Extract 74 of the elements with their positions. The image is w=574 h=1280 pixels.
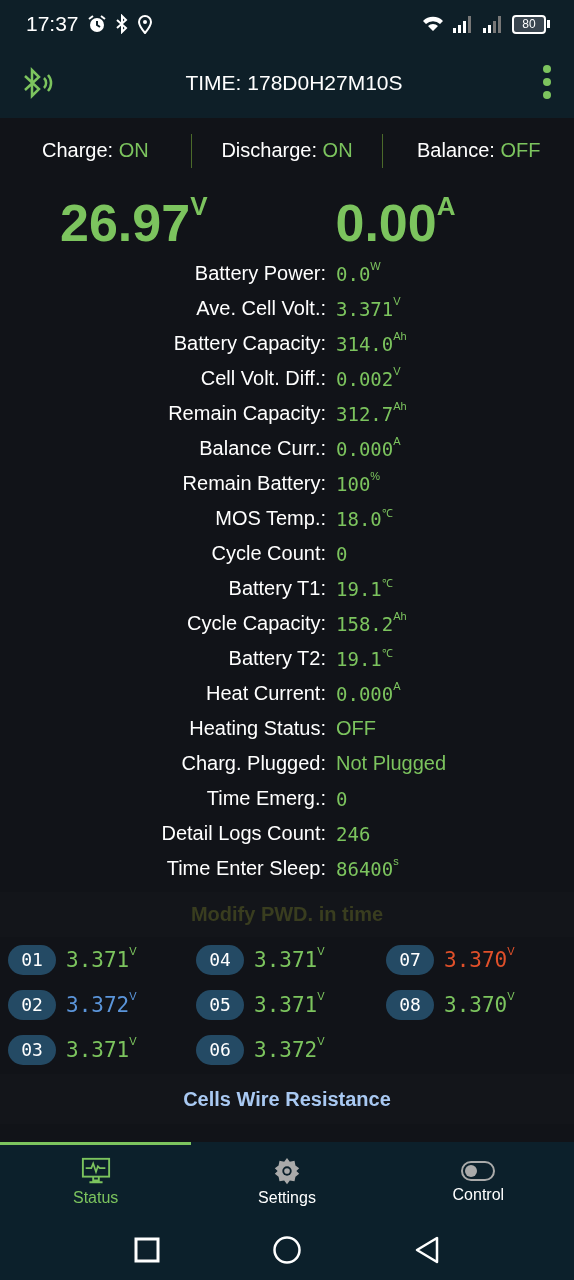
param-value: 19.1$^{℃}$ (336, 647, 393, 670)
param-value: 0.002$^{V}$ (336, 367, 401, 390)
switch-status: Discharge: ON (220, 139, 354, 162)
cell-value: 3.371$^{V}$ (66, 1037, 137, 1062)
param-value: 314.0$^{Ah}$ (336, 332, 407, 355)
param-label: Cell Volt. Diff.: (199, 367, 327, 390)
param-value: OFF (336, 717, 376, 740)
home-icon[interactable] (272, 1234, 302, 1265)
monitor-pulse-icon (79, 1155, 112, 1186)
cell-value: 3.371$^{V}$ (254, 992, 325, 1017)
param-value: 0 (336, 542, 348, 565)
cell-number-badge: 04 (196, 944, 244, 975)
param-value: 19.1$^{℃}$ (336, 577, 393, 600)
cell-value: 3.372$^{V}$ (66, 992, 137, 1017)
param-value: 0.0$^{W}$ (336, 262, 381, 285)
cell-number-badge: 02 (8, 989, 56, 1020)
signal-icon (482, 15, 504, 33)
cell-number-badge: 01 (8, 944, 56, 975)
nav-tab[interactable]: Control (382, 1142, 574, 1217)
param-value: 246 (336, 822, 371, 845)
param-label: MOS Temp.: (214, 507, 327, 530)
nav-tab[interactable]: Settings (191, 1142, 383, 1217)
param-label: Heat Current: (204, 682, 327, 705)
cell-number-badge: 06 (196, 1034, 244, 1065)
param-value: 0.000$^{A}$ (336, 437, 401, 460)
nav-tab[interactable]: Status (0, 1142, 192, 1217)
param-value: 100$^{%}$ (336, 472, 381, 495)
param-label: Heating Status: (188, 717, 327, 740)
param-label: Remain Capacity: (167, 402, 327, 425)
toggle-switch-icon (460, 1158, 497, 1183)
cell-value: 3.370$^{V}$ (444, 947, 515, 972)
param-label: Battery Power: (193, 262, 327, 285)
param-value: 3.371$^{V}$ (336, 297, 401, 320)
param-label: Detail Logs Count: (160, 822, 327, 845)
param-label: Cycle Capacity: (186, 612, 327, 635)
param-value: Not Plugged (336, 752, 447, 775)
cell-number-badge: 08 (386, 989, 434, 1020)
param-value: 18.0$^{℃}$ (336, 507, 393, 530)
current-reading: 0.00$^{A}$ (335, 193, 456, 253)
battery-level: 80 (512, 14, 546, 34)
param-label: Cycle Count: (210, 542, 327, 565)
recent-apps-icon[interactable] (134, 1236, 160, 1263)
cell-value: 3.370$^{V}$ (444, 992, 515, 1017)
param-value: 158.2$^{Ah}$ (336, 612, 407, 635)
param-label: Ave. Cell Volt.: (195, 297, 327, 320)
voltage-reading: 26.97$^{V}$ (60, 193, 208, 253)
alarm-icon (86, 14, 107, 34)
param-value: 0.000$^{A}$ (336, 682, 401, 705)
bluetooth-icon (114, 14, 129, 34)
param-label: Balance Curr.: (198, 437, 327, 460)
param-label: Battery T1: (227, 577, 327, 600)
param-label: Time Enter Sleep: (165, 857, 327, 880)
switch-status: Charge: ON (40, 139, 150, 162)
clock-time: 17:37 (26, 12, 79, 36)
cell-number-badge: 05 (196, 989, 244, 1020)
uptime-title: TIME: 178D0H27M10S (184, 71, 404, 95)
param-label: Time Emerg.: (205, 787, 327, 810)
cell-number-badge: 07 (386, 944, 434, 975)
param-value: 312.7$^{Ah}$ (336, 402, 407, 425)
cell-number-badge: 03 (8, 1034, 56, 1065)
switch-status: Balance: OFF (416, 139, 542, 162)
cell-value: 3.371$^{V}$ (66, 947, 137, 972)
cell-value: 3.371$^{V}$ (254, 947, 325, 972)
wifi-icon (422, 15, 444, 33)
param-label: Remain Battery: (181, 472, 327, 495)
param-label: Battery Capacity: (172, 332, 327, 355)
param-value: 86400$^{s}$ (336, 857, 399, 880)
location-icon (136, 14, 153, 34)
cell-value: 3.372$^{V}$ (254, 1037, 325, 1062)
param-label: Charg. Plugged: (180, 752, 327, 775)
param-label: Battery T2: (227, 647, 327, 670)
signal-icon (452, 15, 474, 33)
param-value: 0 (336, 787, 348, 810)
back-icon[interactable] (414, 1234, 440, 1265)
